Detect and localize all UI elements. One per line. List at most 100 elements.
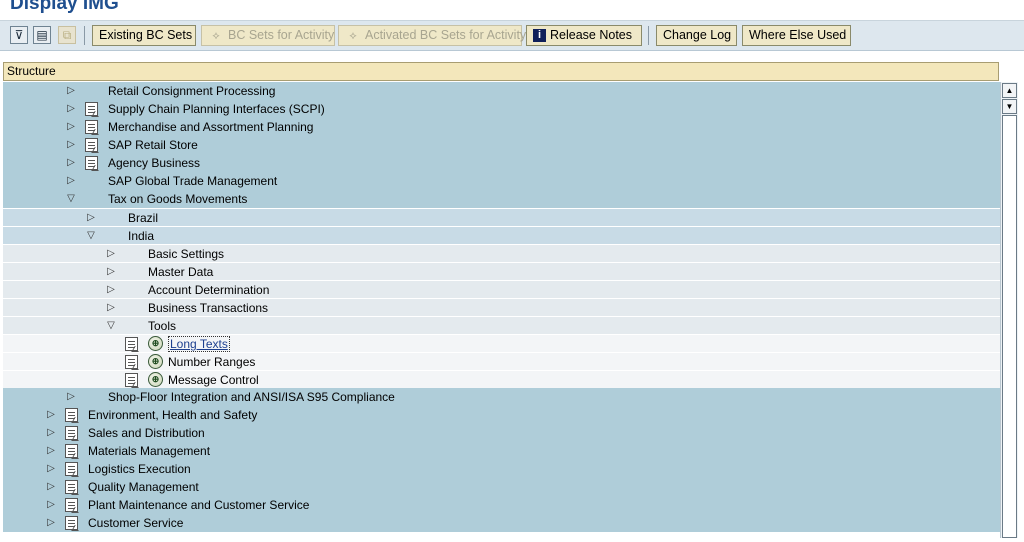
tree-node-label[interactable]: Basic Settings bbox=[148, 245, 224, 263]
tree-node[interactable]: ▷ Retail Consignment Processing bbox=[3, 82, 1000, 100]
tree-node-label[interactable]: SAP Global Trade Management bbox=[108, 172, 277, 190]
tree-node-label[interactable]: Supply Chain Planning Interfaces (SCPI) bbox=[108, 100, 325, 118]
collapsed-node-icon[interactable]: ▷ bbox=[46, 442, 56, 460]
collapsed-node-icon[interactable]: ▷ bbox=[106, 263, 116, 281]
collapsed-node-icon[interactable]: ▷ bbox=[66, 136, 76, 154]
tree-node[interactable]: ▷ SAP Retail Store bbox=[3, 136, 1000, 154]
where-else-used-button[interactable]: Where Else Used bbox=[742, 25, 851, 46]
tree-node[interactable]: ▷ Supply Chain Planning Interfaces (SCPI) bbox=[3, 100, 1000, 118]
change-log-button[interactable]: Change Log bbox=[656, 25, 737, 46]
tree-node[interactable]: ▷ Agency Business bbox=[3, 154, 1000, 172]
documentation-icon[interactable] bbox=[65, 480, 78, 494]
tree-node[interactable]: ▷ Merchandise and Assortment Planning bbox=[3, 118, 1000, 136]
collapsed-node-icon[interactable]: ▷ bbox=[66, 100, 76, 118]
expand-all-icon[interactable]: ⊽ bbox=[10, 26, 28, 44]
documentation-icon[interactable] bbox=[125, 355, 138, 369]
bc-sets-for-activity-button[interactable]: ⟡ BC Sets for Activity bbox=[201, 25, 335, 46]
collapse-icon[interactable]: ⧉ bbox=[58, 26, 76, 44]
tree-node[interactable]: ▷ Shop-Floor Integration and ANSI/ISA S95… bbox=[3, 388, 1000, 406]
documentation-icon[interactable] bbox=[65, 408, 78, 422]
tree-node-label[interactable]: India bbox=[128, 227, 154, 245]
tree-node[interactable]: ▽ Tax on Goods Movements bbox=[3, 190, 1000, 208]
collapsed-node-icon[interactable]: ▷ bbox=[46, 406, 56, 424]
activated-bc-sets-button[interactable]: ⟡ Activated BC Sets for Activity bbox=[338, 25, 526, 46]
collapsed-node-icon[interactable]: ▷ bbox=[66, 172, 76, 190]
tree-node[interactable]: ▷ Business Transactions bbox=[3, 298, 1000, 316]
display-document-icon[interactable]: ▤ bbox=[33, 26, 51, 44]
tree-node-label[interactable]: Retail Consignment Processing bbox=[108, 82, 275, 100]
collapsed-node-icon[interactable]: ▷ bbox=[66, 388, 76, 406]
tree-node[interactable]: ▽ Tools bbox=[3, 316, 1000, 334]
expanded-node-icon[interactable]: ▽ bbox=[86, 227, 96, 245]
documentation-icon[interactable] bbox=[65, 426, 78, 440]
tree-node[interactable]: ▷ Master Data bbox=[3, 262, 1000, 280]
tree-node-label[interactable]: Shop-Floor Integration and ANSI/ISA S95 … bbox=[108, 388, 395, 406]
collapsed-node-icon[interactable]: ▷ bbox=[46, 514, 56, 532]
tree-node[interactable]: ⊕ Message Control bbox=[3, 370, 1000, 388]
tree-node-label[interactable]: SAP Retail Store bbox=[108, 136, 198, 154]
tree-node[interactable]: ▷ Brazil bbox=[3, 208, 1000, 226]
tree-node-label[interactable]: Tax on Goods Movements bbox=[108, 190, 247, 208]
collapsed-node-icon[interactable]: ▷ bbox=[46, 460, 56, 478]
tree-node-label[interactable]: Materials Management bbox=[88, 442, 210, 460]
documentation-icon[interactable] bbox=[125, 373, 138, 387]
tree-node[interactable]: ⊕ Long Texts bbox=[3, 334, 1000, 352]
expanded-node-icon[interactable]: ▽ bbox=[106, 317, 116, 335]
scroll-up-button[interactable]: ▲ bbox=[1002, 83, 1017, 98]
scroll-thumb[interactable] bbox=[1002, 115, 1017, 538]
tree-node[interactable]: ▷ Plant Maintenance and Customer Service bbox=[3, 496, 1000, 514]
tree-node[interactable]: ▷ Basic Settings bbox=[3, 244, 1000, 262]
tree-node[interactable]: ▷ Logistics Execution bbox=[3, 460, 1000, 478]
documentation-icon[interactable] bbox=[65, 444, 78, 458]
tree-node-label[interactable]: Brazil bbox=[128, 209, 158, 227]
documentation-icon[interactable] bbox=[65, 516, 78, 530]
tree-node-label[interactable]: Business Transactions bbox=[148, 299, 268, 317]
tree-node-label[interactable]: Logistics Execution bbox=[88, 460, 191, 478]
execute-activity-icon[interactable]: ⊕ bbox=[148, 372, 163, 387]
tree-node[interactable]: ▷ Quality Management bbox=[3, 478, 1000, 496]
documentation-icon[interactable] bbox=[85, 102, 98, 116]
tree-node-label[interactable]: Customer Service bbox=[88, 514, 183, 532]
tree-node[interactable]: ⊕ Number Ranges bbox=[3, 352, 1000, 370]
documentation-icon[interactable] bbox=[65, 462, 78, 476]
vertical-scrollbar[interactable]: ▲ ▼ bbox=[1000, 82, 1018, 538]
documentation-icon[interactable] bbox=[85, 138, 98, 152]
tree-node[interactable]: ▷ Account Determination bbox=[3, 280, 1000, 298]
documentation-icon[interactable] bbox=[65, 498, 78, 512]
tree-node-label[interactable]: Tools bbox=[148, 317, 176, 335]
documentation-icon[interactable] bbox=[125, 337, 138, 351]
collapsed-node-icon[interactable]: ▷ bbox=[66, 154, 76, 172]
tree-node[interactable]: ▷ Materials Management bbox=[3, 442, 1000, 460]
collapsed-node-icon[interactable]: ▷ bbox=[86, 209, 96, 227]
tree-node-label[interactable]: Message Control bbox=[168, 371, 259, 389]
tree-node-label[interactable]: Sales and Distribution bbox=[88, 424, 205, 442]
tree-node-label[interactable]: Environment, Health and Safety bbox=[88, 406, 257, 424]
tree-node[interactable]: ▷ Sales and Distribution bbox=[3, 424, 1000, 442]
tree-node-label[interactable]: Long Texts bbox=[168, 336, 230, 352]
tree-node-label[interactable]: Quality Management bbox=[88, 478, 199, 496]
tree-node-label[interactable]: Master Data bbox=[148, 263, 213, 281]
collapsed-node-icon[interactable]: ▷ bbox=[106, 281, 116, 299]
collapsed-node-icon[interactable]: ▷ bbox=[46, 496, 56, 514]
execute-activity-icon[interactable]: ⊕ bbox=[148, 354, 163, 369]
expanded-node-icon[interactable]: ▽ bbox=[66, 190, 76, 208]
documentation-icon[interactable] bbox=[85, 156, 98, 170]
tree-node-label[interactable]: Account Determination bbox=[148, 281, 269, 299]
structure-column-header[interactable]: Structure bbox=[3, 62, 999, 81]
tree-node-label[interactable]: Number Ranges bbox=[168, 353, 255, 371]
scroll-down-button[interactable]: ▼ bbox=[1002, 99, 1017, 114]
collapsed-node-icon[interactable]: ▷ bbox=[106, 299, 116, 317]
existing-bc-sets-button[interactable]: Existing BC Sets bbox=[92, 25, 196, 46]
tree-node[interactable]: ▷ Environment, Health and Safety bbox=[3, 406, 1000, 424]
tree-node[interactable]: ▷ Customer Service bbox=[3, 514, 1000, 532]
tree-node-label[interactable]: Agency Business bbox=[108, 154, 200, 172]
collapsed-node-icon[interactable]: ▷ bbox=[66, 118, 76, 136]
collapsed-node-icon[interactable]: ▷ bbox=[106, 245, 116, 263]
collapsed-node-icon[interactable]: ▷ bbox=[66, 82, 76, 100]
tree-node-label[interactable]: Merchandise and Assortment Planning bbox=[108, 118, 313, 136]
tree-node-label[interactable]: Plant Maintenance and Customer Service bbox=[88, 496, 309, 514]
collapsed-node-icon[interactable]: ▷ bbox=[46, 478, 56, 496]
documentation-icon[interactable] bbox=[85, 120, 98, 134]
release-notes-button[interactable]: i Release Notes bbox=[526, 25, 642, 46]
tree-node[interactable]: ▷ SAP Global Trade Management bbox=[3, 172, 1000, 190]
